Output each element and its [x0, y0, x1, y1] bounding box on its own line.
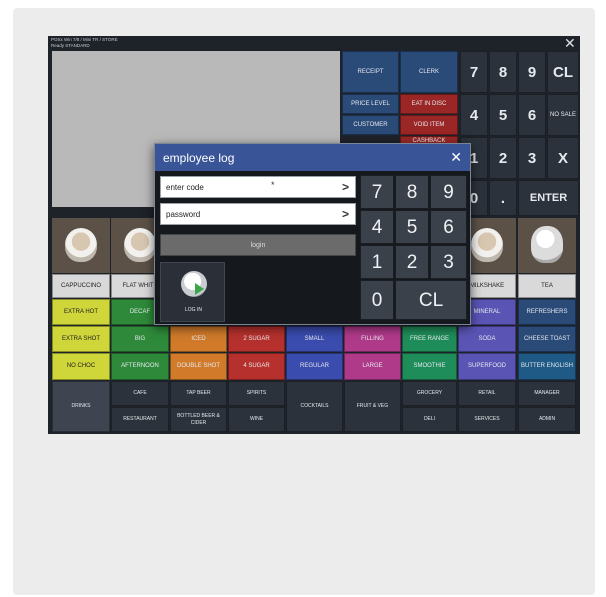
key-2[interactable]: 2 [489, 137, 517, 179]
nav-retail[interactable]: RETAIL [458, 381, 516, 406]
dialog-key-1[interactable]: 1 [360, 245, 394, 279]
enter-key[interactable]: ENTER [518, 180, 579, 216]
password-label: password [166, 209, 201, 219]
four-sugar-button[interactable]: 4 SUGAR [228, 353, 285, 380]
nav-bottled-beer[interactable]: BOTTLED BEER & CIDER [170, 407, 227, 432]
extra-hot-button[interactable]: EXTRA HOT [52, 299, 110, 325]
free-range-button[interactable]: FREE RANGE [402, 326, 457, 352]
big-button[interactable]: BIG [111, 326, 169, 352]
key-5[interactable]: 5 [489, 94, 517, 136]
nav-cocktails[interactable]: COCKTAILS [286, 381, 343, 432]
nav-deli[interactable]: DELI [402, 407, 457, 432]
cappuccino-photo[interactable] [52, 218, 110, 273]
cheese-toast-button[interactable]: CHEESE TOAST [518, 326, 576, 352]
tea-button[interactable]: TEA [518, 274, 576, 298]
login-bar-button[interactable]: login [160, 234, 356, 256]
eat-in-disc-button[interactable]: EAT IN DISC [400, 94, 458, 114]
nav-admin[interactable]: ADMIN [518, 407, 576, 432]
nav-wine[interactable]: WINE [228, 407, 285, 432]
code-mask: * [271, 180, 275, 190]
nav-grocery[interactable]: GROCERY [402, 381, 457, 406]
key-7[interactable]: 7 [460, 51, 488, 93]
dialog-key-0[interactable]: 0 [360, 280, 394, 320]
no-choc-button[interactable]: NO CHOC [52, 353, 110, 380]
soda-button[interactable]: SODA [458, 326, 516, 352]
nav-fruit-veg[interactable]: FRUIT & VEG [344, 381, 401, 432]
dialog-title: employee log [163, 150, 235, 165]
nav-services[interactable]: SERVICES [458, 407, 516, 432]
smoothie-button[interactable]: SMOOTHIE [402, 353, 457, 380]
header-line-2: Ready STANDARD [51, 43, 90, 48]
clear-key[interactable]: CL [547, 51, 579, 93]
key-8[interactable]: 8 [489, 51, 517, 93]
decimal-key[interactable]: . [489, 180, 517, 216]
key-6[interactable]: 6 [518, 94, 546, 136]
receipt-button[interactable]: RECEIPT [342, 51, 399, 93]
close-icon[interactable]: ✕ [564, 36, 576, 50]
filling-button[interactable]: FILLING [344, 326, 401, 352]
superfood-button[interactable]: SUPERFOOD [458, 353, 516, 380]
nav-drinks[interactable]: DRINKS [52, 381, 110, 432]
tea-photo[interactable] [518, 218, 576, 273]
clerk-button[interactable]: CLERK [400, 51, 458, 93]
pos-screen: POSx Win 7/8 / Mini TR / STORE Ready STA… [48, 36, 580, 434]
key-9[interactable]: 9 [518, 51, 546, 93]
butter-english-button[interactable]: BUTTER ENGLISH [518, 353, 576, 380]
key-3[interactable]: 3 [518, 137, 546, 179]
regular-button[interactable]: REGULAR [286, 353, 343, 380]
dialog-key-4[interactable]: 4 [360, 210, 394, 244]
dialog-key-8[interactable]: 8 [395, 175, 429, 209]
refreshers-button[interactable]: REFRESHERS [518, 299, 576, 325]
enter-code-label: enter code [166, 182, 204, 192]
chevron-right-icon[interactable]: > [342, 207, 349, 221]
dialog-key-3[interactable]: 3 [430, 245, 467, 279]
password-field[interactable]: password > [160, 203, 356, 225]
dialog-title-bar: employee log ✕ [155, 144, 470, 171]
status-header: POSx Win 7/8 / Mini TR / STORE Ready STA… [51, 37, 251, 49]
enter-code-field[interactable]: enter code * > [160, 176, 356, 198]
nav-cafe[interactable]: CAFE [111, 381, 169, 406]
dialog-key-2[interactable]: 2 [395, 245, 429, 279]
dialog-key-6[interactable]: 6 [430, 210, 467, 244]
small-button[interactable]: SMALL [286, 326, 343, 352]
nav-restaurant[interactable]: RESTAURANT [111, 407, 169, 432]
extra-shot-button[interactable]: EXTRA SHOT [52, 326, 110, 352]
price-level-button[interactable]: PRICE LEVEL [342, 94, 399, 114]
double-shot-button[interactable]: DOUBLE SHOT [170, 353, 227, 380]
void-item-button[interactable]: VOID ITEM [400, 115, 458, 135]
dialog-clear-key[interactable]: CL [395, 280, 467, 320]
nav-tap-beer[interactable]: TAP BEER [170, 381, 227, 406]
chevron-right-icon[interactable]: > [342, 180, 349, 194]
iced-button[interactable]: ICED [170, 326, 227, 352]
afternoon-button[interactable]: AFTERNOON [111, 353, 169, 380]
customer-button[interactable]: CUSTOMER [342, 115, 399, 135]
dialog-key-5[interactable]: 5 [395, 210, 429, 244]
key-4[interactable]: 4 [460, 94, 488, 136]
employee-log-dialog: employee log ✕ enter code * > password >… [154, 143, 471, 325]
multiply-key[interactable]: X [547, 137, 579, 179]
cappuccino-button[interactable]: CAPPUCCINO [52, 274, 110, 298]
log-in-button[interactable]: LOG IN [160, 262, 225, 322]
dialog-key-9[interactable]: 9 [430, 175, 467, 209]
no-sale-button[interactable]: NO SALE [547, 94, 579, 136]
nav-spirits[interactable]: SPIRITS [228, 381, 285, 406]
nav-manager[interactable]: MANAGER [518, 381, 576, 406]
log-in-label: LOG IN [185, 307, 202, 313]
play-arrow-icon [195, 283, 204, 295]
dialog-key-7[interactable]: 7 [360, 175, 394, 209]
dialog-close-icon[interactable]: ✕ [450, 149, 462, 166]
large-button[interactable]: LARGE [344, 353, 401, 380]
two-sugar-button[interactable]: 2 SUGAR [228, 326, 285, 352]
